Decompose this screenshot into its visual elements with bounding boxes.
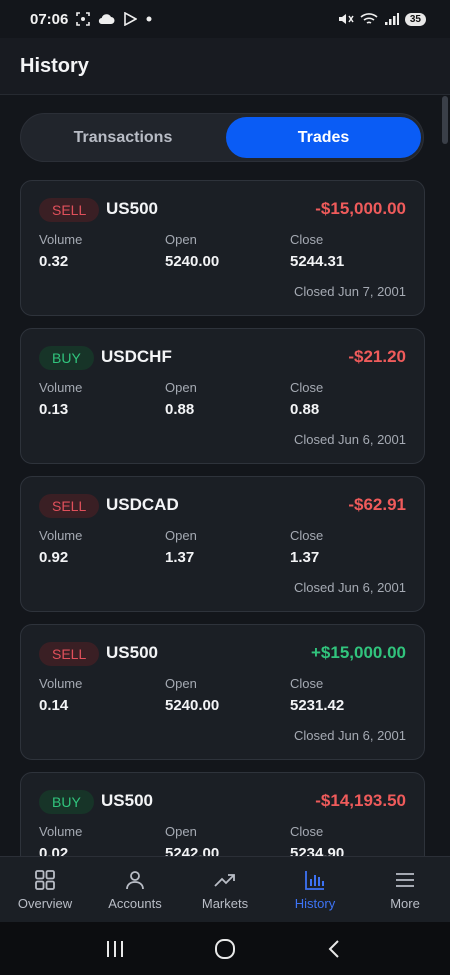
wifi-icon (360, 13, 378, 24)
open-value: 0.88 (165, 401, 195, 418)
side-badge: SELL (39, 494, 100, 518)
cloud-icon (99, 14, 115, 25)
close-label: Close (290, 676, 324, 691)
trade-pnl: -$14,193.50 (315, 791, 406, 810)
open-label: Open (165, 380, 197, 395)
open-label: Open (165, 676, 197, 691)
system-nav-bar (0, 922, 450, 975)
side-badge: SELL (39, 198, 100, 222)
close-value: 5244.31 (290, 253, 345, 270)
close-label: Close (290, 232, 324, 247)
open-label: Open (165, 528, 197, 543)
dot-icon (146, 16, 152, 22)
back-icon[interactable] (324, 938, 346, 960)
trade-card[interactable]: SELL USDCAD -$62.91 Volume Open Close 0.… (20, 476, 425, 612)
open-value: 5242.00 (165, 845, 220, 856)
nav-history[interactable]: History (270, 857, 360, 922)
trade-pnl: -$21.20 (348, 347, 406, 366)
volume-value: 0.92 (39, 549, 69, 566)
user-icon (126, 871, 144, 890)
open-value: 5240.00 (165, 253, 220, 270)
history-scroll-area[interactable]: Transactions Trades SELL US500 -$15,000.… (0, 96, 450, 856)
side-badge: BUY (39, 790, 94, 814)
scrollbar[interactable] (442, 96, 448, 144)
menu-icon (396, 873, 414, 887)
grid-icon (35, 870, 55, 890)
battery-icon: 35 (404, 12, 426, 26)
nav-label: Markets (201, 896, 249, 911)
close-value: 0.88 (290, 401, 320, 418)
history-tabs: Transactions Trades (20, 113, 424, 162)
trade-symbol: USDCAD (106, 495, 179, 514)
close-value: 1.37 (290, 549, 320, 566)
nav-more[interactable]: More (360, 857, 450, 922)
open-value: 1.37 (165, 549, 195, 566)
trade-card[interactable]: SELL US500 +$15,000.00 Volume Open Close… (20, 624, 425, 760)
bar-chart-icon (305, 871, 324, 890)
tab-transactions[interactable]: Transactions (25, 117, 221, 158)
volume-value: 0.32 (39, 253, 69, 270)
nav-label: More (390, 896, 420, 911)
play-icon (124, 12, 138, 26)
close-label: Close (290, 380, 324, 395)
trade-symbol: US500 (106, 199, 158, 218)
nav-overview[interactable]: Overview (0, 857, 90, 922)
page-title: History (20, 54, 89, 77)
trade-pnl: +$15,000.00 (310, 643, 406, 662)
screenshot-icon (76, 12, 91, 26)
bottom-nav: Overview Accounts Markets History More (0, 856, 450, 922)
status-time: 07:06 (30, 10, 69, 28)
nav-label: History (294, 896, 336, 911)
trade-card[interactable]: BUY USDCHF -$21.20 Volume Open Close 0.1… (20, 328, 425, 464)
nav-label: Accounts (108, 896, 162, 911)
volume-value: 0.02 (39, 845, 69, 856)
nav-accounts[interactable]: Accounts (90, 857, 180, 922)
closed-date: Closed Jun 6, 2001 (293, 580, 406, 595)
close-label: Close (290, 528, 324, 543)
nav-markets[interactable]: Markets (180, 857, 270, 922)
trade-card[interactable]: SELL US500 -$15,000.00 Volume Open Close… (20, 180, 425, 316)
open-label: Open (165, 232, 197, 247)
open-label: Open (165, 824, 197, 839)
close-label: Close (290, 824, 324, 839)
open-value: 5240.00 (165, 697, 220, 714)
status-bar: 07:06 35 (0, 0, 450, 38)
volume-value: 0.13 (39, 401, 69, 418)
trend-up-icon (214, 874, 235, 887)
side-badge: SELL (39, 642, 100, 666)
volume-label: Volume (39, 528, 83, 543)
close-value: 5234.90 (290, 845, 345, 856)
close-value: 5231.42 (290, 697, 345, 714)
trade-symbol: USDCHF (101, 347, 172, 366)
tab-trades[interactable]: Trades (226, 117, 421, 158)
trade-symbol: US500 (101, 791, 153, 810)
volume-label: Volume (39, 380, 83, 395)
trade-pnl: -$62.91 (348, 495, 406, 514)
volume-label: Volume (39, 824, 83, 839)
mute-icon (338, 14, 354, 24)
trade-symbol: US500 (106, 643, 158, 662)
side-badge: BUY (39, 346, 94, 370)
trade-pnl: -$15,000.00 (315, 199, 406, 218)
home-icon[interactable] (214, 938, 236, 960)
nav-label: Overview (17, 896, 73, 911)
recent-apps-icon[interactable] (104, 939, 126, 959)
closed-date: Closed Jun 6, 2001 (293, 728, 406, 743)
closed-date: Closed Jun 7, 2001 (293, 284, 406, 299)
app-header: History (0, 38, 450, 95)
closed-date: Closed Jun 6, 2001 (293, 432, 406, 447)
trade-card[interactable]: BUY US500 -$14,193.50 Volume Open Close … (20, 772, 425, 856)
signal-icon (384, 13, 399, 25)
volume-label: Volume (39, 676, 83, 691)
volume-label: Volume (39, 232, 83, 247)
volume-value: 0.14 (39, 697, 69, 714)
